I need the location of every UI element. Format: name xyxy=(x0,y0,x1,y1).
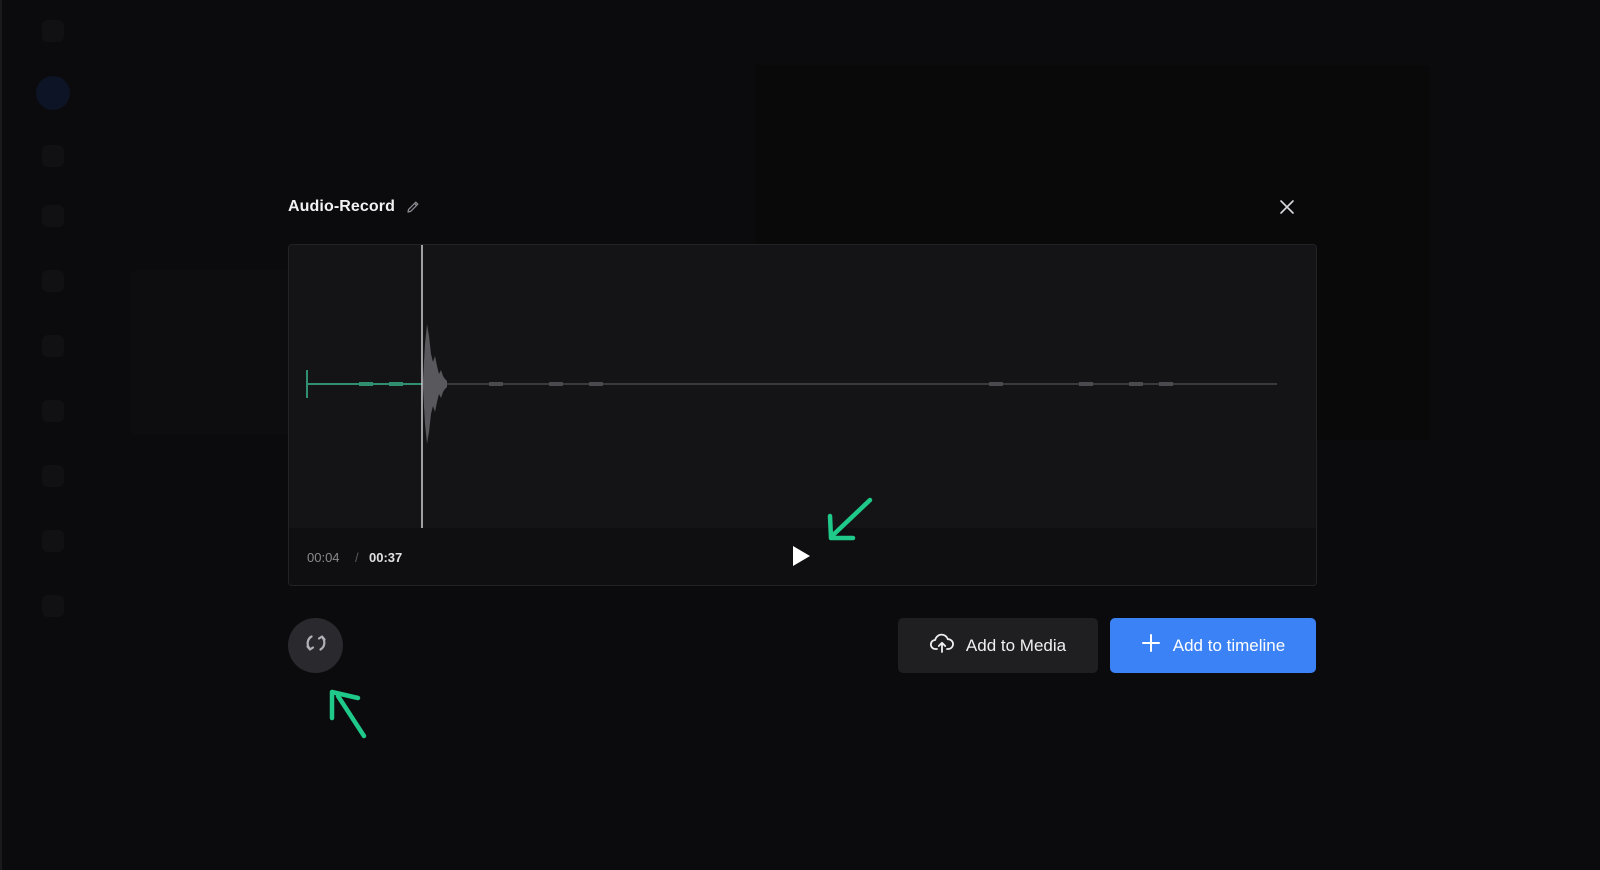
background-nav-icon xyxy=(42,465,64,487)
background-nav-icon xyxy=(42,270,64,292)
background-sidebar xyxy=(14,0,74,870)
screen: Audio-Record 00:04 / 00:37 Add to Media … xyxy=(0,0,1600,870)
retake-button[interactable] xyxy=(288,618,343,673)
waveform-noise xyxy=(1129,382,1143,386)
background-nav-icon xyxy=(42,595,64,617)
waveform-area[interactable] xyxy=(289,245,1316,528)
waveform-noise xyxy=(589,382,603,386)
add-to-media-button[interactable]: Add to Media xyxy=(898,618,1098,673)
waveform-noise xyxy=(1079,382,1093,386)
add-to-timeline-label: Add to timeline xyxy=(1172,635,1286,655)
waveform-noise xyxy=(389,382,403,386)
background-avatar xyxy=(36,76,70,110)
audio-record-dialog: Audio-Record 00:04 / 00:37 Add to Media … xyxy=(288,190,1318,680)
close-icon[interactable] xyxy=(1274,194,1300,220)
play-icon[interactable] xyxy=(789,544,813,568)
pencil-icon[interactable] xyxy=(405,199,421,215)
background-nav-icon xyxy=(42,530,64,552)
background-logo xyxy=(42,20,64,42)
waveform-noise xyxy=(549,382,563,386)
waveform-noise xyxy=(489,382,503,386)
current-time: 00:04 xyxy=(307,550,340,565)
refresh-icon xyxy=(303,630,329,661)
annotation-arrow-retake xyxy=(329,689,367,739)
window-edge xyxy=(0,0,2,870)
add-to-timeline-button[interactable]: Add to timeline xyxy=(1110,618,1316,673)
waveform-noise xyxy=(359,382,373,386)
background-nav-icon xyxy=(42,145,64,167)
background-nav-icon xyxy=(42,400,64,422)
waveform-noise xyxy=(989,382,1003,386)
player-controls: 00:04 / 00:37 xyxy=(289,528,1316,585)
background-nav-icon xyxy=(42,205,64,227)
dialog-header: Audio-Record xyxy=(288,190,421,224)
cloud-upload-icon xyxy=(929,632,954,659)
total-time: 00:37 xyxy=(369,550,403,565)
dialog-title: Audio-Record xyxy=(288,198,395,215)
audio-player: 00:04 / 00:37 xyxy=(288,244,1317,586)
plus-icon xyxy=(1141,633,1161,658)
background-nav-icon xyxy=(42,335,64,357)
waveform-noise xyxy=(1159,382,1173,386)
time-separator: / xyxy=(355,550,359,565)
annotation-arrow-play xyxy=(827,497,873,541)
add-to-media-label: Add to Media xyxy=(965,635,1067,655)
waveform[interactable] xyxy=(289,245,1316,528)
waveform-peak xyxy=(423,324,447,444)
